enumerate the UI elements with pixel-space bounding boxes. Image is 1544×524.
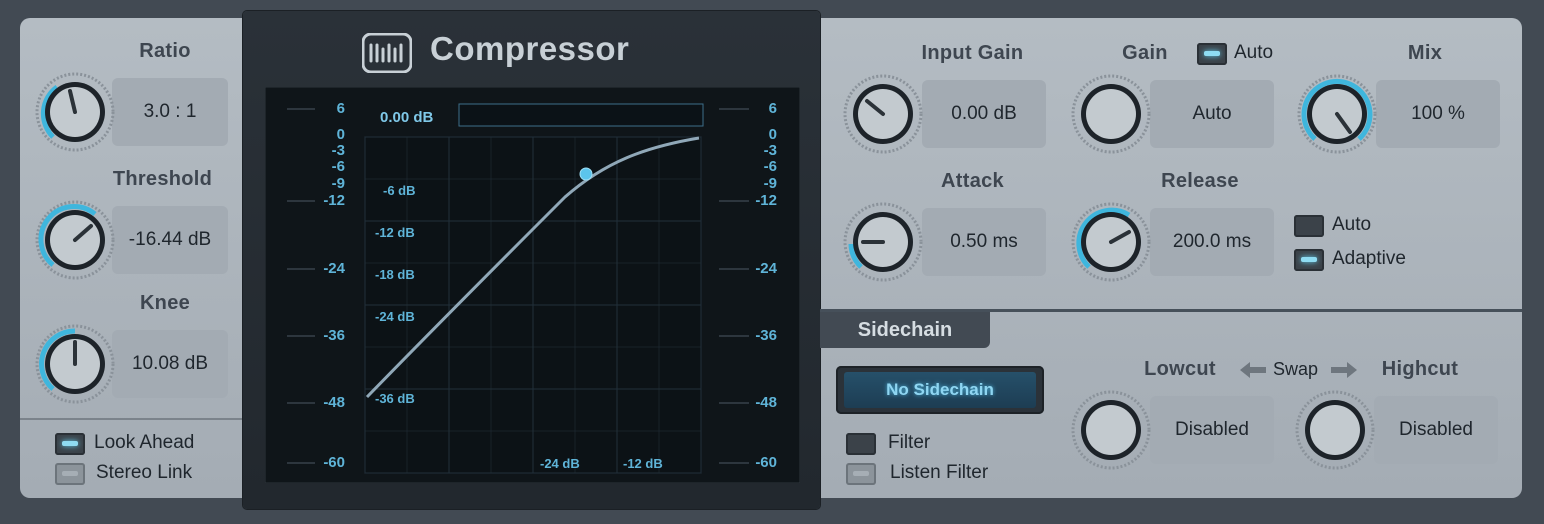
left-scale-label: -6: [332, 158, 345, 175]
presonus-logo-icon: [362, 33, 412, 73]
left-scale-label: -24: [323, 260, 345, 277]
graph-y-label: -36 dB: [375, 391, 415, 406]
threshold-label: Threshold: [112, 168, 213, 190]
threshold-knob[interactable]: [35, 200, 115, 280]
readout-value: 0.00 dB: [380, 109, 434, 126]
sidechain-tab: Sidechain: [820, 312, 990, 348]
left-scale-label: -36: [323, 327, 345, 344]
sidechain-source-button[interactable]: No Sidechain: [836, 366, 1044, 414]
knee-value[interactable]: 10.08 dB: [112, 330, 228, 398]
release-auto-label: Auto: [1332, 214, 1372, 235]
level-meter: [458, 103, 704, 127]
ratio-value[interactable]: 3.0 : 1: [112, 78, 228, 146]
graph-y-label: -6 dB: [383, 183, 416, 198]
sidechain-source-label: No Sidechain: [844, 372, 1036, 408]
input-gain-value[interactable]: 0.00 dB: [922, 80, 1046, 148]
right-scale-label: -24: [755, 260, 777, 277]
threshold-value[interactable]: -16.44 dB: [112, 206, 228, 274]
highcut-value[interactable]: Disabled: [1374, 396, 1498, 464]
ratio-label: Ratio: [139, 40, 191, 62]
right-scale-label: -3: [764, 142, 777, 159]
release-auto-toggle[interactable]: [1294, 215, 1324, 237]
ratio-knob[interactable]: [35, 72, 115, 152]
knee-label: Knee: [139, 292, 191, 314]
listen-filter-label: Listen Filter: [890, 462, 989, 483]
stereo-link-toggle[interactable]: [55, 463, 85, 485]
left-divider: [20, 418, 243, 420]
gain-value[interactable]: Auto: [1150, 80, 1274, 148]
graph-x-label: -24 dB: [540, 456, 580, 471]
level-dot: [579, 167, 593, 181]
swap-label[interactable]: Swap: [1273, 359, 1318, 380]
filter-label: Filter: [888, 432, 931, 453]
filter-toggle[interactable]: [846, 433, 876, 455]
compressor-graph[interactable]: 0.00 dB 60-3-6-9-12-24-36-48-60 60-3-6-9…: [265, 87, 800, 483]
graph-x-label: -12 dB: [623, 456, 663, 471]
right-scale-label: -9: [764, 175, 777, 192]
gain-auto-label: Auto: [1234, 42, 1274, 63]
release-knob[interactable]: [1071, 202, 1151, 282]
listen-filter-toggle[interactable]: [846, 463, 876, 485]
gain-knob[interactable]: [1071, 74, 1151, 154]
left-scale-label: -48: [323, 394, 345, 411]
release-label: Release: [1161, 170, 1239, 192]
input-gain-label: Input Gain: [921, 42, 1024, 64]
graph-y-label: -18 dB: [375, 267, 415, 282]
swap-left-arrow-icon[interactable]: [1238, 360, 1268, 380]
swap-right-arrow-icon[interactable]: [1329, 360, 1359, 380]
adaptive-label: Adaptive: [1332, 248, 1406, 269]
attack-value[interactable]: 0.50 ms: [922, 208, 1046, 276]
highcut-knob[interactable]: [1295, 390, 1375, 470]
right-scale-label: -48: [755, 394, 777, 411]
input-gain-knob[interactable]: [843, 74, 923, 154]
left-scale-label: 0: [337, 126, 345, 143]
right-scale-label: -12: [755, 192, 777, 209]
stereo-link-label: Stereo Link: [96, 462, 193, 483]
release-value[interactable]: 200.0 ms: [1150, 208, 1274, 276]
right-scale-label: -36: [755, 327, 777, 344]
gain-label: Gain: [1122, 42, 1168, 64]
gain-auto-toggle[interactable]: [1197, 43, 1227, 65]
mix-knob[interactable]: [1297, 74, 1377, 154]
left-scale-label: -12: [323, 192, 345, 209]
lowcut-label: Lowcut: [1144, 358, 1216, 380]
highcut-label: Highcut: [1381, 358, 1459, 380]
right-scale-label: -60: [755, 454, 777, 471]
graph-y-label: -12 dB: [375, 225, 415, 240]
mix-value[interactable]: 100 %: [1376, 80, 1500, 148]
left-scale-label: -60: [323, 454, 345, 471]
lowcut-value[interactable]: Disabled: [1150, 396, 1274, 464]
plugin-title: Compressor: [430, 30, 630, 67]
right-scale-label: 0: [769, 126, 777, 143]
left-scale-label: -3: [332, 142, 345, 159]
attack-knob[interactable]: [843, 202, 923, 282]
attack-label: Attack: [941, 170, 1004, 192]
right-scale-label: 6: [769, 100, 777, 117]
right-scale-label: -6: [764, 158, 777, 175]
adaptive-toggle[interactable]: [1294, 249, 1324, 271]
lowcut-knob[interactable]: [1071, 390, 1151, 470]
knee-knob[interactable]: [35, 324, 115, 404]
look-ahead-label: Look Ahead: [94, 432, 195, 453]
look-ahead-toggle[interactable]: [55, 433, 85, 455]
graph-y-label: -24 dB: [375, 309, 415, 324]
mix-label: Mix: [1407, 42, 1443, 64]
left-scale-label: -9: [332, 175, 345, 192]
left-scale-label: 6: [337, 100, 345, 117]
